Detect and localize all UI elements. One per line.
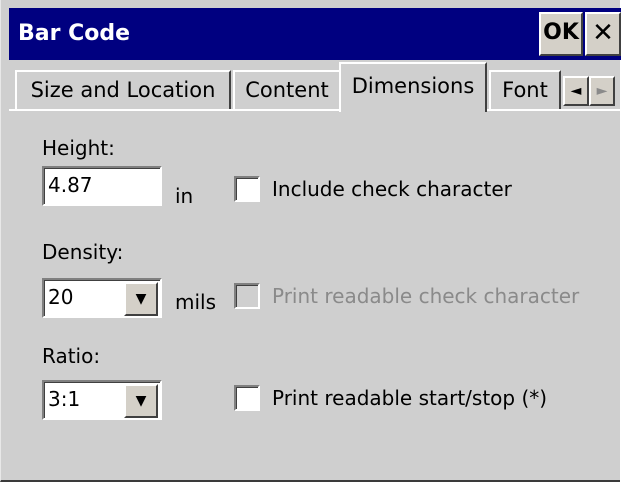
ratio-select[interactable]: 3:1 ▼ xyxy=(42,380,162,420)
include-check-character-checkbox[interactable] xyxy=(234,176,260,202)
ratio-value: 3:1 xyxy=(48,387,81,411)
print-readable-start-stop-checkbox[interactable] xyxy=(234,385,260,411)
arrow-right-icon: ► xyxy=(596,83,608,99)
tab-font[interactable]: Font xyxy=(489,70,561,110)
height-input[interactable]: 4.87 xyxy=(42,166,162,206)
include-check-character-label: Include check character xyxy=(272,177,512,201)
tab-content[interactable]: Content xyxy=(233,70,341,110)
bar-code-dialog: Bar Code OK ✕ Size and Location Content … xyxy=(0,0,621,482)
close-icon: ✕ xyxy=(592,18,614,48)
density-select[interactable]: 20 ▼ xyxy=(42,278,162,318)
density-dropdown-button[interactable]: ▼ xyxy=(124,282,158,316)
ratio-label: Ratio: xyxy=(42,344,101,368)
tab-scroll-right-button[interactable]: ► xyxy=(589,76,615,106)
tab-dimensions[interactable]: Dimensions xyxy=(339,62,487,112)
window-title: Bar Code xyxy=(18,21,131,46)
tab-divider xyxy=(9,109,621,111)
density-label: Density: xyxy=(42,240,124,264)
density-unit: mils xyxy=(175,290,217,314)
print-readable-check-character-checkbox[interactable] xyxy=(234,283,260,309)
tab-scroll-left-button[interactable]: ◄ xyxy=(563,76,589,106)
title-bar: Bar Code OK ✕ xyxy=(9,8,621,60)
height-unit: in xyxy=(175,184,194,208)
print-readable-check-character-label: Print readable check character xyxy=(272,284,580,308)
tab-strip: Size and Location Content Dimensions Fon… xyxy=(9,60,621,112)
chevron-down-icon: ▼ xyxy=(135,291,147,307)
ok-button[interactable]: OK xyxy=(539,12,583,56)
chevron-down-icon: ▼ xyxy=(135,393,147,409)
height-label: Height: xyxy=(42,136,115,160)
close-button[interactable]: ✕ xyxy=(585,12,621,56)
ratio-dropdown-button[interactable]: ▼ xyxy=(124,384,158,418)
print-readable-start-stop-label: Print readable start/stop (*) xyxy=(272,386,548,410)
tab-size-and-location[interactable]: Size and Location xyxy=(15,70,231,110)
density-value: 20 xyxy=(48,285,74,309)
arrow-left-icon: ◄ xyxy=(570,83,582,99)
